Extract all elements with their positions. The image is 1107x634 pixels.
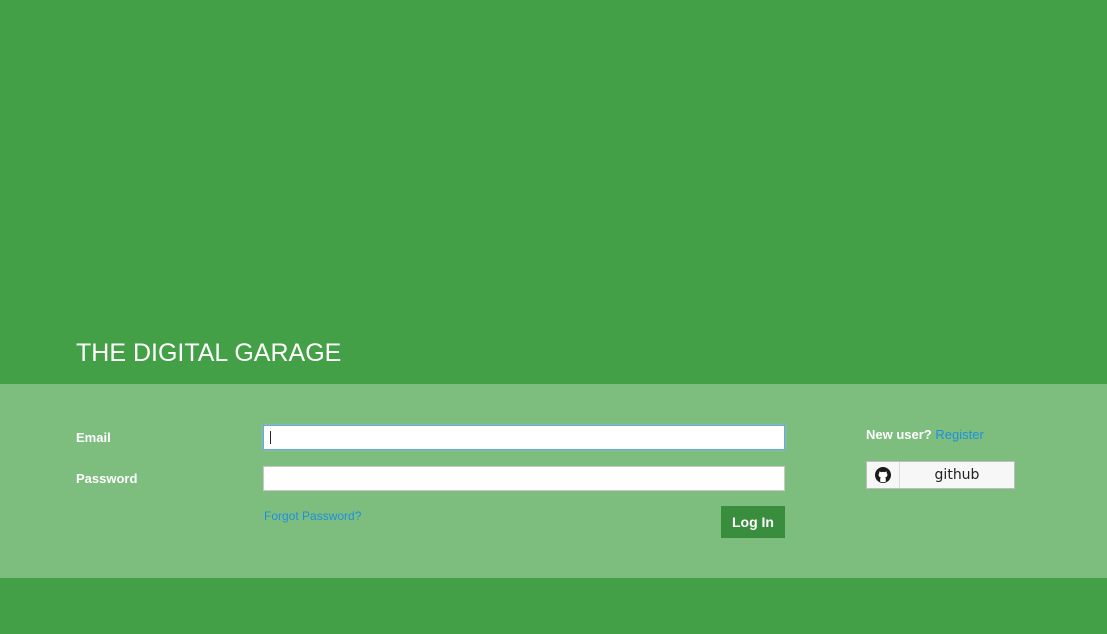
text-caret [270, 431, 271, 444]
forgot-password-link[interactable]: Forgot Password? [264, 509, 361, 523]
login-button[interactable]: Log In [721, 506, 785, 538]
new-user-prompt: New user? Register [866, 427, 984, 442]
github-icon [867, 462, 900, 488]
password-label: Password [76, 471, 138, 486]
page: THE DIGITAL GARAGE Email Password Forgot… [0, 0, 1107, 634]
email-field[interactable] [263, 425, 785, 450]
new-user-text: New user? [866, 427, 932, 442]
password-field[interactable] [263, 466, 785, 491]
github-label: github [934, 467, 980, 483]
login-panel: Email Password Forgot Password? Log In N… [0, 384, 1107, 578]
register-link[interactable]: Register [935, 427, 983, 442]
email-label: Email [76, 430, 111, 445]
site-title: THE DIGITAL GARAGE [76, 339, 342, 367]
github-login-button[interactable]: github [866, 461, 1015, 489]
